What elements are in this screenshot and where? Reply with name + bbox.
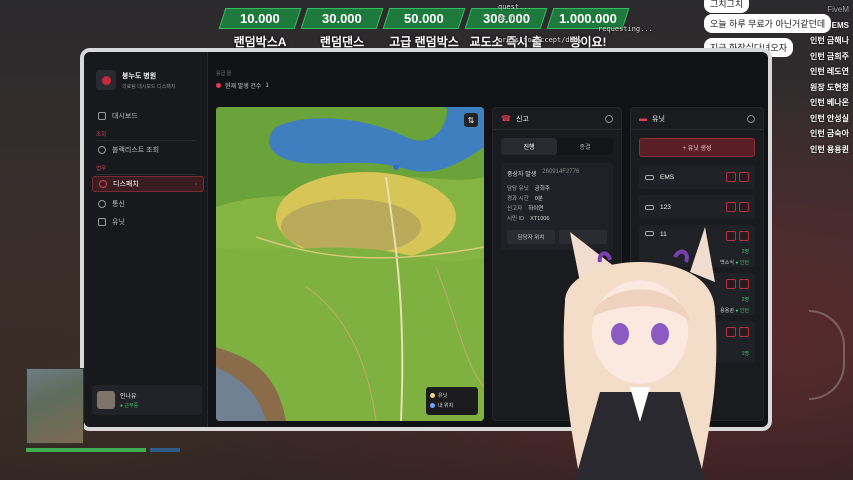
info-icon[interactable] — [747, 114, 755, 123]
player-name: 인턴 금희주 — [809, 51, 849, 61]
nav-label: 통신 — [112, 201, 125, 208]
unit-name: EMS — [660, 173, 675, 181]
nav-blacklist[interactable]: 블랙리스트 조회 — [92, 142, 204, 158]
dispatch-map[interactable]: ⇅ 유닛 내 위치 — [216, 107, 484, 421]
report-key: 시민 ID — [507, 216, 525, 222]
chevron-right-icon: › — [194, 180, 197, 188]
player-name: 인턴 베나온 — [809, 98, 849, 107]
player-name: 인턴 금숙아 — [809, 129, 849, 138]
nav-label: 유닛 — [112, 219, 125, 226]
player-name: 원장 도현정 — [809, 82, 849, 92]
donation-amount: 10.000 — [240, 11, 280, 26]
unit-row[interactable]: 123 — [639, 195, 755, 219]
user-status: ● 근무중 — [120, 403, 139, 409]
join-icon[interactable] — [739, 172, 749, 182]
minimap — [26, 368, 84, 444]
nav-units[interactable]: 유닛 — [92, 214, 204, 230]
share-icon — [98, 218, 106, 226]
report-id: 260914F2776 — [542, 169, 580, 175]
legend-unit-label: 유닛 — [438, 393, 448, 399]
debug-log: quest... at h... requesting... press to … — [498, 2, 653, 46]
player-name: 인턴 금해나 — [809, 36, 849, 45]
report-key: 경과 시간 — [507, 196, 529, 202]
search-icon — [98, 146, 106, 154]
player-name: EMS — [831, 20, 849, 30]
user-card[interactable]: 인나유 ● 근무중 — [92, 385, 202, 415]
join-icon[interactable] — [739, 327, 749, 337]
app-subtitle: 의료팀 대시보드 디스패치 — [122, 83, 176, 90]
debug-line: press to accept/deny — [498, 36, 583, 44]
header-caption: 응급 콜 — [216, 71, 232, 77]
player-name: 인턴 안성실 — [809, 113, 849, 123]
car-icon — [645, 204, 654, 210]
nav-label: 디스패치 — [113, 181, 139, 188]
car-icon: ▬ — [639, 114, 647, 123]
report-type: 중상자 발생 — [507, 172, 537, 178]
map-terrain — [216, 107, 484, 421]
report-value: 하이연 — [528, 206, 544, 212]
nav-dispatch[interactable]: 디스패치 › — [92, 176, 204, 192]
vtuber-avatar — [563, 227, 717, 480]
sidebar: 붕누도 병원 의료팀 대시보드 디스패치 대시보드 조회 블랙리스트 조회 업무… — [84, 52, 208, 427]
player-name: 인턴 레도연 — [809, 67, 849, 76]
section-label: 조회 — [96, 130, 196, 141]
units-title: 유닛 — [652, 115, 665, 123]
unit-name: 123 — [660, 203, 671, 211]
section-label: 업무 — [96, 164, 196, 175]
current-calls-count: 1 — [265, 82, 269, 89]
app-title: 붕누도 병원 — [122, 72, 157, 80]
create-unit-button[interactable]: + 유닛 생성 — [639, 138, 755, 157]
nav-label: 대시보드 — [112, 113, 138, 120]
tab-closed[interactable]: 종결 — [557, 138, 613, 155]
grid-icon — [98, 112, 106, 120]
player-list: FiveM EMS 인턴 금해나 인턴 금희주 인턴 레도연 원장 도현정 인턴… — [809, 5, 849, 157]
donation-amount: 50.000 — [404, 11, 444, 26]
nav-dashboard[interactable]: 대시보드 — [92, 108, 204, 124]
tab-active[interactable]: 진행 — [501, 138, 557, 155]
settings-icon[interactable] — [726, 202, 736, 212]
reports-title: 신고 — [515, 115, 529, 123]
debug-line: at h... — [498, 14, 528, 22]
join-icon[interactable] — [739, 202, 749, 212]
join-icon[interactable] — [739, 231, 749, 241]
chat-bubble: 그치그치 — [704, 0, 750, 13]
nav-comms[interactable]: 통신 — [92, 196, 204, 212]
report-tabs: 진행 종결 — [501, 138, 613, 155]
filter-icon[interactable]: ⇅ — [464, 113, 478, 127]
location-pin-icon — [99, 180, 107, 188]
info-icon[interactable] — [605, 114, 613, 123]
dispatch-header: 응급 콜 현재 발생 건수 1 — [216, 70, 269, 90]
alert-dot-icon — [216, 83, 221, 88]
player-name: FiveM — [827, 5, 849, 14]
report-key: 담당 유닛 — [507, 186, 529, 192]
user-name: 인나유 — [120, 394, 137, 400]
current-calls-label: 현재 발생 건수 — [225, 84, 262, 90]
join-icon[interactable] — [739, 279, 749, 289]
donation-amount: 30.000 — [322, 11, 362, 26]
app-brand: 붕누도 병원 의료팀 대시보드 디스패치 — [96, 70, 175, 90]
settings-icon[interactable] — [726, 172, 736, 182]
map-legend: 유닛 내 위치 — [426, 387, 478, 415]
player-name: 인턴 용용퀸 — [809, 144, 849, 154]
report-value: 0분 — [534, 196, 543, 202]
chat-icon — [98, 200, 106, 208]
health-bar — [26, 448, 146, 452]
armor-bar — [150, 448, 180, 452]
nav-label: 블랙리스트 조회 — [112, 147, 160, 154]
avatar — [97, 391, 115, 409]
report-key: 신고자 — [507, 206, 523, 212]
hospital-logo-icon — [96, 70, 116, 90]
legend-me-label: 내 위치 — [438, 403, 454, 409]
debug-line: quest... — [498, 3, 532, 11]
phone-icon: ☎ — [501, 114, 511, 123]
debug-line: requesting... — [598, 25, 653, 33]
car-icon — [645, 174, 654, 180]
report-value: 금희주 — [534, 186, 550, 192]
unit-row[interactable]: EMS — [639, 165, 755, 189]
